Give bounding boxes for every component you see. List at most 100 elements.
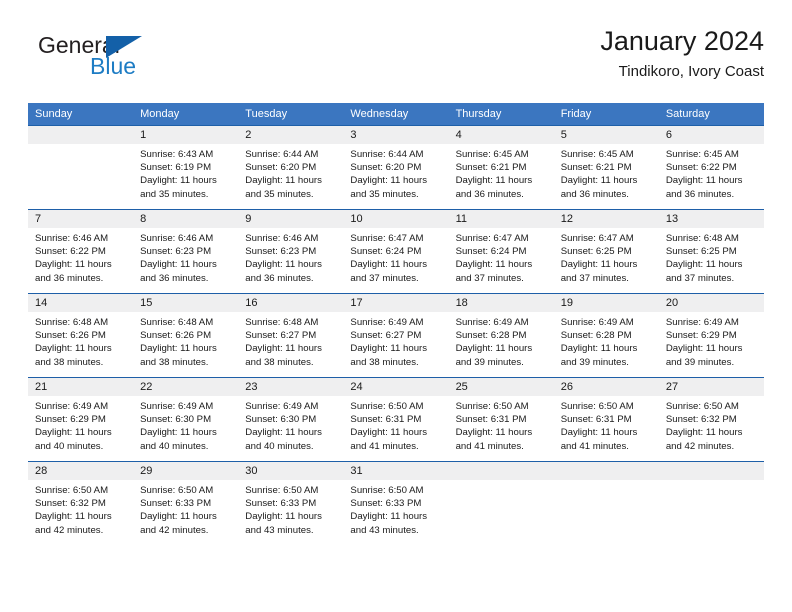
calendar-day-cell[interactable]: 7 Sunrise: 6:46 AM Sunset: 6:22 PM Daylight…: [28, 209, 134, 294]
calendar-day-cell[interactable]: 23 Sunrise: 6:49 AM Sunset: 6:30 PM Dayligh…: [238, 377, 344, 462]
calendar-day-cell[interactable]: 20 Sunrise: 6:49 AM Sunset: 6:29 PM Dayligh…: [658, 293, 764, 378]
daylight-text-line1: Daylight: 11 hours: [245, 175, 322, 187]
daylight-text-line1: Daylight: 11 hours: [350, 175, 428, 187]
calendar-day-cell[interactable]: 9 Sunrise: 6:46 AM Sunset: 6:23 PM Daylight…: [238, 209, 344, 294]
daylight-text-line2: and 43 minutes.: [350, 524, 419, 536]
daylight-text-line1: Daylight: 11 hours: [665, 175, 743, 187]
calendar-page: General Blue January 2024 Tindikoro, Ivo…: [0, 0, 792, 612]
daylight-text-line1: Daylight: 11 hours: [245, 427, 322, 439]
daylight-text-line2: and 38 minutes.: [245, 356, 314, 368]
page-title: January 2024: [600, 26, 764, 56]
day-number: 11: [448, 210, 554, 228]
calendar-day-cell[interactable]: 22 Sunrise: 6:49 AM Sunset: 6:30 PM Dayligh…: [133, 377, 239, 462]
calendar-day-cell[interactable]: 1 Sunrise: 6:43 AM Sunset: 6:19 PM Daylight…: [133, 125, 239, 210]
calendar-day-cell[interactable]: 12 Sunrise: 6:47 AM Sunset: 6:25 PM Dayligh…: [553, 209, 659, 294]
calendar-day-cell[interactable]: 5 Sunrise: 6:45 AM Sunset: 6:21 PM Daylight…: [553, 125, 659, 210]
daylight-text-line2: and 39 minutes.: [560, 356, 629, 368]
day-sun-info: Sunrise: 6:45 AM Sunset: 6:22 PM Daylight:…: [659, 144, 764, 201]
daylight-text-line2: and 36 minutes.: [560, 188, 629, 200]
daylight-text-line1: Daylight: 11 hours: [455, 175, 533, 187]
logo-text-blue: Blue: [90, 53, 137, 79]
weekday-header-friday: Friday: [553, 103, 659, 126]
calendar-day-cell[interactable]: 3 Sunrise: 6:44 AM Sunset: 6:20 PM Daylight…: [343, 125, 449, 210]
daylight-text-line2: and 36 minutes.: [455, 188, 524, 200]
calendar-day-cell[interactable]: 25 Sunrise: 6:50 AM Sunset: 6:31 PM Dayligh…: [448, 377, 554, 462]
day-number: 9: [238, 210, 344, 228]
day-number: 28: [28, 462, 134, 480]
calendar-day-cell[interactable]: 26 Sunrise: 6:50 AM Sunset: 6:31 PM Dayligh…: [553, 377, 659, 462]
calendar-week-row: 14 Sunrise: 6:48 AM Sunset: 6:26 PM Dayligh…: [28, 293, 764, 378]
page-subtitle-location: Tindikoro, Ivory Coast: [618, 63, 764, 81]
daylight-text-line1: Daylight: 11 hours: [245, 511, 322, 523]
calendar-day-cell[interactable]: 15 Sunrise: 6:48 AM Sunset: 6:26 PM Dayligh…: [133, 293, 239, 378]
day-number: [28, 126, 134, 144]
daylight-text-line1: Daylight: 11 hours: [140, 175, 217, 187]
calendar-day-cell[interactable]: 4 Sunrise: 6:45 AM Sunset: 6:21 PM Daylight…: [448, 125, 554, 210]
calendar-day-cell[interactable]: 16 Sunrise: 6:48 AM Sunset: 6:27 PM Dayligh…: [238, 293, 344, 378]
calendar-day-cell[interactable]: 24 Sunrise: 6:50 AM Sunset: 6:31 PM Dayligh…: [343, 377, 449, 462]
weekday-header-monday: Monday: [133, 103, 239, 126]
day-number: 22: [133, 378, 239, 396]
weekday-header-tuesday: Tuesday: [238, 103, 344, 126]
calendar-day-cell[interactable]: 8 Sunrise: 6:46 AM Sunset: 6:23 PM Daylight…: [133, 209, 239, 294]
sunrise-text: Sunrise: 6:50 AM: [455, 401, 529, 412]
calendar-day-cell[interactable]: 10 Sunrise: 6:47 AM Sunset: 6:24 PM Dayligh…: [343, 209, 449, 294]
daylight-text-line1: Daylight: 11 hours: [35, 343, 112, 355]
sunrise-text: Sunrise: 6:44 AM: [245, 149, 319, 160]
day-sun-info: Sunrise: 6:50 AM Sunset: 6:31 PM Daylight:…: [554, 396, 659, 453]
day-sun-info: Sunrise: 6:48 AM Sunset: 6:26 PM Daylight:…: [133, 312, 238, 369]
sunset-text: Sunset: 6:21 PM: [560, 162, 632, 174]
sunset-text: Sunset: 6:24 PM: [350, 246, 422, 258]
day-sun-info: Sunrise: 6:45 AM Sunset: 6:21 PM Daylight:…: [554, 144, 659, 201]
daylight-text-line1: Daylight: 11 hours: [560, 259, 638, 271]
sunrise-text: Sunrise: 6:50 AM: [140, 485, 214, 496]
sunrise-text: Sunrise: 6:44 AM: [350, 149, 424, 160]
day-number: 8: [133, 210, 239, 228]
daylight-text-line2: and 40 minutes.: [140, 440, 209, 452]
calendar-day-cell[interactable]: 27 Sunrise: 6:50 AM Sunset: 6:32 PM Dayligh…: [658, 377, 764, 462]
sunset-text: Sunset: 6:20 PM: [245, 162, 317, 174]
calendar-day-cell[interactable]: 21 Sunrise: 6:49 AM Sunset: 6:29 PM Dayligh…: [28, 377, 134, 462]
calendar-day-cell[interactable]: 28 Sunrise: 6:50 AM Sunset: 6:32 PM Dayligh…: [28, 461, 134, 545]
sunrise-text: Sunrise: 6:50 AM: [35, 485, 109, 496]
day-sun-info: Sunrise: 6:50 AM Sunset: 6:31 PM Daylight:…: [343, 396, 448, 453]
day-number: 24: [343, 378, 449, 396]
calendar-day-cell[interactable]: 2 Sunrise: 6:44 AM Sunset: 6:20 PM Daylight…: [238, 125, 344, 210]
daylight-text-line1: Daylight: 11 hours: [560, 427, 638, 439]
calendar-day-cell[interactable]: 6 Sunrise: 6:45 AM Sunset: 6:22 PM Daylight…: [658, 125, 764, 210]
calendar-day-cell[interactable]: 19 Sunrise: 6:49 AM Sunset: 6:28 PM Dayligh…: [553, 293, 659, 378]
daylight-text-line2: and 37 minutes.: [665, 272, 735, 284]
calendar-day-cell[interactable]: 17 Sunrise: 6:49 AM Sunset: 6:27 PM Dayligh…: [343, 293, 449, 378]
calendar-day-cell[interactable]: 31 Sunrise: 6:50 AM Sunset: 6:33 PM Dayligh…: [343, 461, 449, 545]
sunset-text: Sunset: 6:27 PM: [245, 330, 317, 342]
daylight-text-line2: and 35 minutes.: [140, 188, 209, 200]
calendar-day-cell[interactable]: 18 Sunrise: 6:49 AM Sunset: 6:28 PM Dayligh…: [448, 293, 554, 378]
title-block: January 2024 Tindikoro, Ivory Coast: [600, 26, 764, 80]
weekday-header-row: Sunday Monday Tuesday Wednesday Thursday Frid…: [28, 103, 764, 126]
calendar-week-row: 21 Sunrise: 6:49 AM Sunset: 6:29 PM Dayligh…: [28, 377, 764, 462]
calendar-day-cell[interactable]: 14 Sunrise: 6:48 AM Sunset: 6:26 PM Dayligh…: [28, 293, 134, 378]
calendar-cell-empty: [28, 125, 134, 210]
daylight-text-line2: and 36 minutes.: [245, 272, 314, 284]
daylight-text-line2: and 37 minutes.: [455, 272, 524, 284]
day-number: 23: [238, 378, 344, 396]
calendar-week-row: 28 Sunrise: 6:50 AM Sunset: 6:32 PM Dayligh…: [28, 461, 764, 545]
sunset-text: Sunset: 6:27 PM: [350, 330, 422, 342]
general-blue-logo[interactable]: General Blue: [28, 26, 268, 88]
day-number: 16: [238, 294, 344, 312]
calendar-day-cell[interactable]: 13 Sunrise: 6:48 AM Sunset: 6:25 PM Dayligh…: [658, 209, 764, 294]
sunrise-text: Sunrise: 6:48 AM: [245, 317, 319, 328]
calendar-day-cell[interactable]: 30 Sunrise: 6:50 AM Sunset: 6:33 PM Dayligh…: [238, 461, 344, 545]
sunrise-text: Sunrise: 6:47 AM: [560, 233, 634, 244]
calendar-day-cell[interactable]: 29 Sunrise: 6:50 AM Sunset: 6:33 PM Dayligh…: [133, 461, 239, 545]
day-number: [448, 462, 554, 480]
sunrise-text: Sunrise: 6:49 AM: [455, 317, 529, 328]
sunset-text: Sunset: 6:22 PM: [35, 246, 106, 258]
day-sun-info: Sunrise: 6:46 AM Sunset: 6:22 PM Daylight:…: [28, 228, 133, 285]
weekday-header-sunday: Sunday: [28, 103, 134, 126]
weekday-header-thursday: Thursday: [448, 103, 554, 126]
sunset-text: Sunset: 6:23 PM: [245, 246, 317, 258]
sunset-text: Sunset: 6:33 PM: [350, 498, 422, 510]
calendar-day-cell[interactable]: 11 Sunrise: 6:47 AM Sunset: 6:24 PM Dayligh…: [448, 209, 554, 294]
page-header: General Blue January 2024 Tindikoro, Ivo…: [28, 26, 764, 94]
